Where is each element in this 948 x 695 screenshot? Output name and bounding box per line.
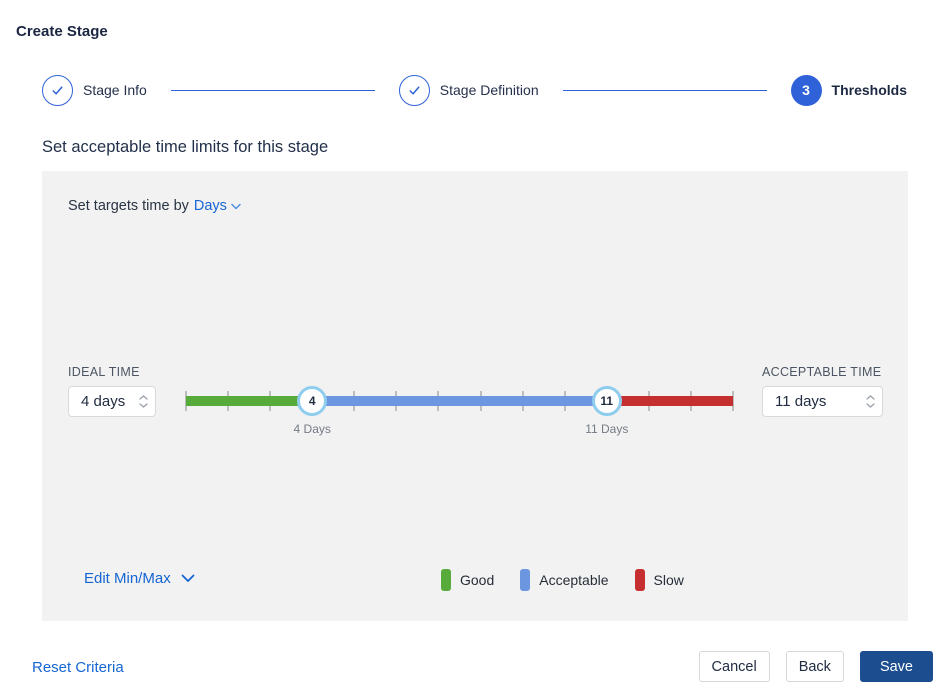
segment-acceptable <box>312 396 607 406</box>
step-label: Thresholds <box>832 82 907 98</box>
acceptable-time-input[interactable]: 11 days <box>762 386 883 417</box>
good-swatch-icon <box>441 569 451 591</box>
step-label: Stage Info <box>83 82 147 98</box>
page-title: Create Stage <box>16 23 108 40</box>
back-button[interactable]: Back <box>786 651 844 682</box>
acceptable-time-stepper[interactable] <box>866 395 875 408</box>
reset-criteria-link[interactable]: Reset Criteria <box>32 659 124 676</box>
legend-item-good: Good <box>441 569 494 591</box>
chevron-up-icon <box>866 395 875 400</box>
create-stage-page: Create Stage Stage Info Stage Definition… <box>0 0 948 695</box>
legend-item-slow: Slow <box>635 569 684 591</box>
cancel-button[interactable]: Cancel <box>699 651 770 682</box>
segment-slow <box>607 396 733 406</box>
wizard-stepper: Stage Info Stage Definition 3 Thresholds <box>42 74 907 106</box>
edit-minmax-label: Edit Min/Max <box>84 570 171 587</box>
acceptable-swatch-icon <box>520 569 530 591</box>
step-thresholds[interactable]: 3 Thresholds <box>791 75 907 106</box>
edit-minmax-link[interactable]: Edit Min/Max <box>84 570 195 587</box>
legend-label: Good <box>460 572 494 588</box>
chevron-down-icon <box>866 403 875 408</box>
acceptable-handle[interactable]: 11 <box>592 386 622 416</box>
status-legend: Good Acceptable Slow <box>441 569 684 591</box>
legend-item-acceptable: Acceptable <box>520 569 608 591</box>
thresholds-panel: Set targets time by Days IDEAL TIME 4 da… <box>42 171 908 621</box>
ideal-handle[interactable]: 4 <box>297 386 327 416</box>
chevron-up-icon <box>139 395 148 400</box>
chevron-down-icon <box>139 403 148 408</box>
target-time-prefix: Set targets time by <box>68 198 189 214</box>
save-button[interactable]: Save <box>860 651 933 682</box>
time-unit-dropdown[interactable]: Days <box>194 198 241 214</box>
chevron-down-icon <box>181 574 195 583</box>
chevron-down-icon <box>231 203 241 210</box>
legend-label: Acceptable <box>539 572 608 588</box>
segment-good <box>186 396 312 406</box>
acceptable-time-value: 11 days <box>775 393 826 410</box>
check-circle-icon <box>399 75 430 106</box>
threshold-slider[interactable]: 4 11 4 Days 11 Days <box>186 385 733 437</box>
ideal-time-value: 4 days <box>81 393 125 410</box>
section-heading: Set acceptable time limits for this stag… <box>42 138 328 157</box>
slow-swatch-icon <box>635 569 645 591</box>
step-stage-definition[interactable]: Stage Definition <box>399 75 539 106</box>
ideal-time-input[interactable]: 4 days <box>68 386 156 417</box>
footer-buttons: Cancel Back Save <box>699 651 933 682</box>
step-connector <box>171 90 375 91</box>
acceptable-time-label: ACCEPTABLE TIME <box>762 365 881 379</box>
check-circle-icon <box>42 75 73 106</box>
ideal-day-label: 4 Days <box>294 422 331 436</box>
legend-label: Slow <box>654 572 684 588</box>
step-stage-info[interactable]: Stage Info <box>42 75 147 106</box>
step-label: Stage Definition <box>440 82 539 98</box>
time-unit-value: Days <box>194 198 227 214</box>
step-number-badge: 3 <box>791 75 822 106</box>
ideal-time-stepper[interactable] <box>139 395 148 408</box>
target-time-row: Set targets time by Days <box>68 198 241 214</box>
acceptable-day-label: 11 Days <box>585 422 628 436</box>
step-connector <box>563 90 767 91</box>
ideal-time-label: IDEAL TIME <box>68 365 140 379</box>
